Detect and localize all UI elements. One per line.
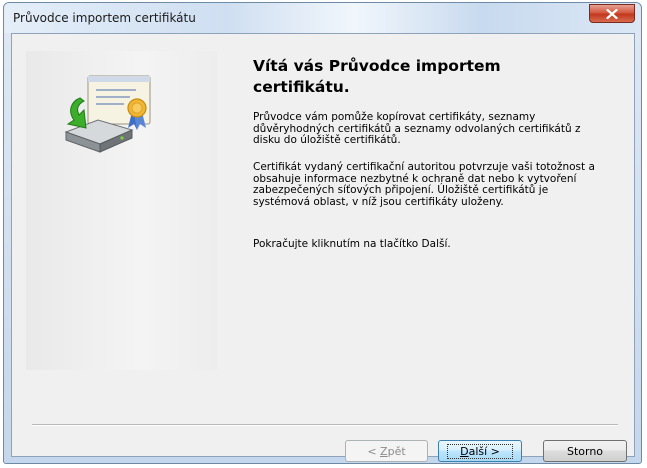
close-icon (606, 8, 618, 19)
title-bar[interactable]: Průvodce importem certifikátu (4, 3, 641, 33)
back-button-prefix: < (367, 444, 381, 458)
window-title: Průvodce importem certifikátu (13, 11, 196, 25)
certificate-info-paragraph: Certifikát vydaný certifikační autoritou… (253, 161, 595, 208)
footer-separator (32, 424, 618, 426)
close-button[interactable] (589, 4, 635, 23)
intro-paragraph: Průvodce vám pomůže kopírovat certifikát… (253, 111, 581, 146)
wizard-heading: Vítá vás Průvodce importem certifikátu. (253, 57, 501, 96)
cancel-button[interactable]: Storno (543, 440, 627, 462)
certificate-import-icon (64, 75, 151, 153)
next-button[interactable]: Další > (438, 440, 522, 462)
back-button[interactable]: < Zpět (345, 440, 428, 462)
wizard-client-area: Vítá vás Průvodce importem certifikátu. … (11, 33, 635, 462)
wizard-side-panel (26, 51, 217, 370)
next-button-focus: Další > (447, 443, 513, 459)
continue-instruction: Pokračujte kliknutím na tlačítko Další. (253, 238, 451, 250)
back-button-rest: pět (387, 444, 406, 458)
import-wizard-window: Průvodce importem certifikátu Vítá vás P… (3, 2, 642, 464)
next-button-mnemonic: D (460, 444, 469, 458)
next-button-rest: alší > (468, 444, 500, 458)
back-button-mnemonic: Z (380, 444, 388, 458)
